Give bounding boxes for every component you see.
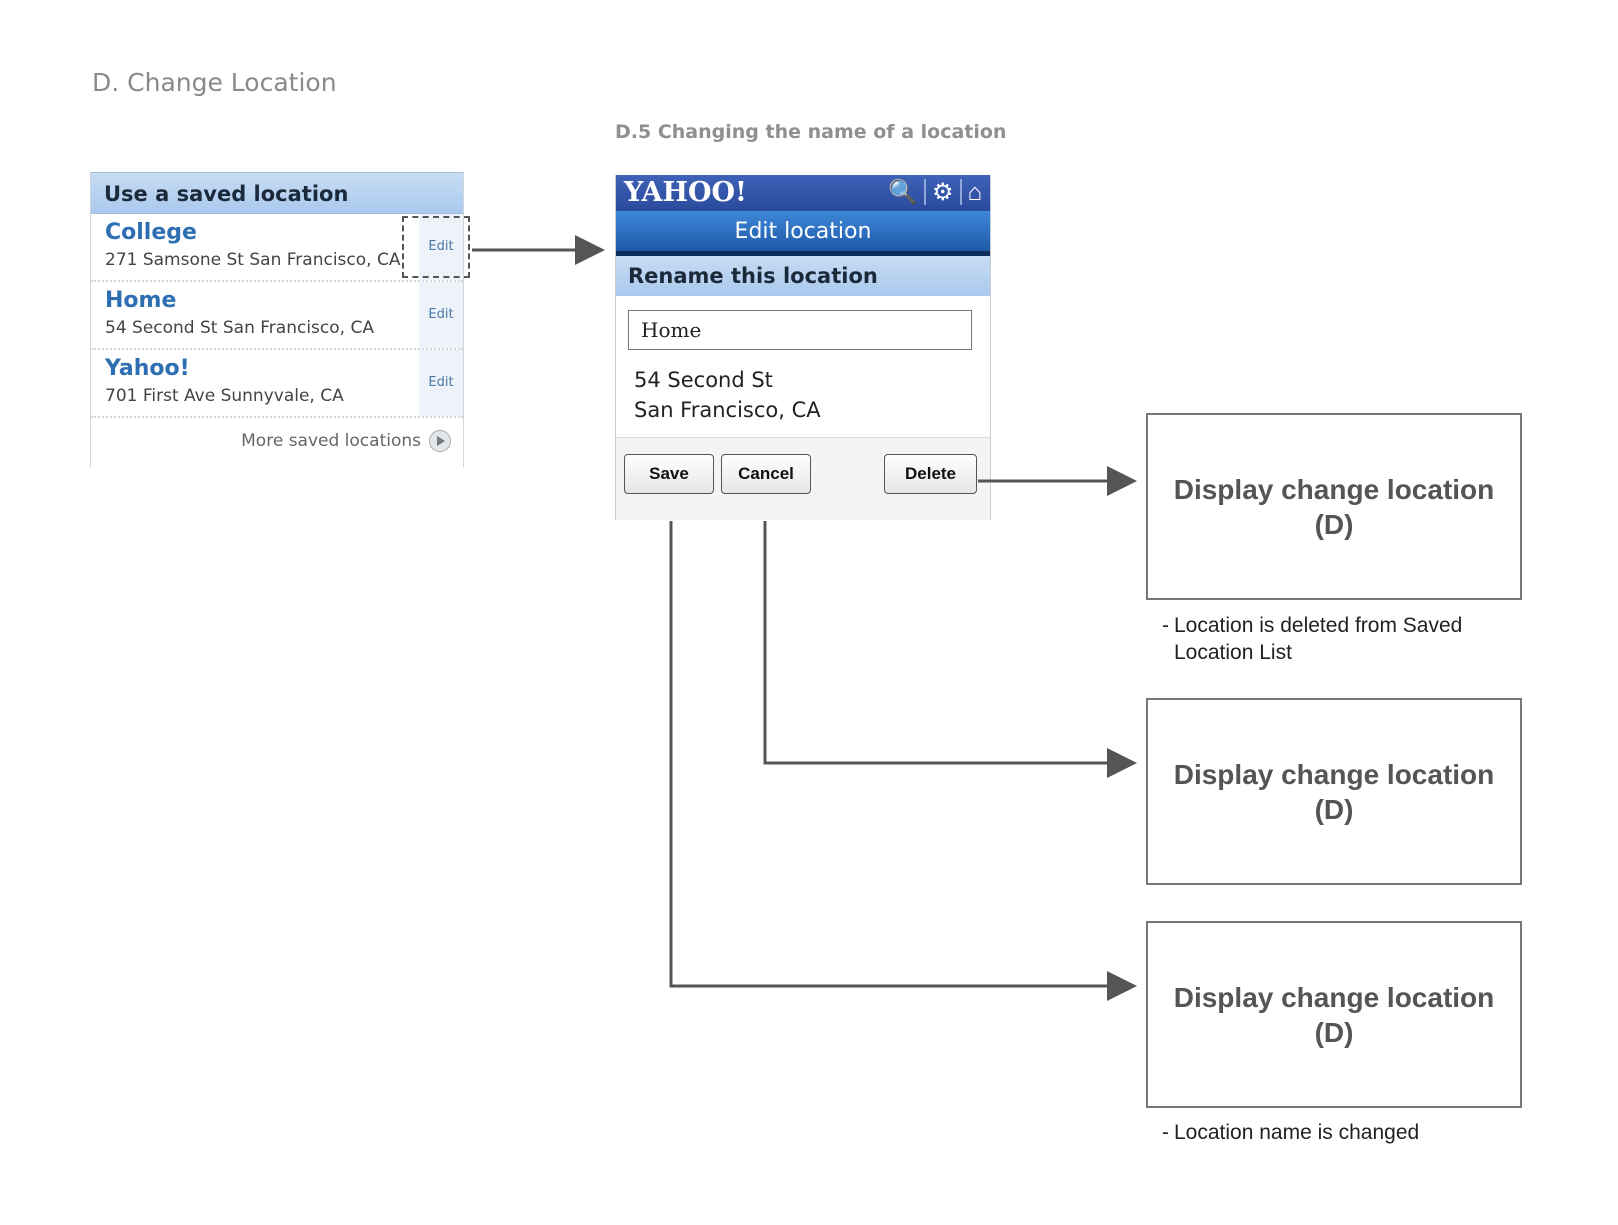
arrow-save-to-result <box>669 521 1137 1001</box>
arrow-cancel-to-result <box>763 521 1137 778</box>
flow-connectors <box>472 235 1137 1001</box>
